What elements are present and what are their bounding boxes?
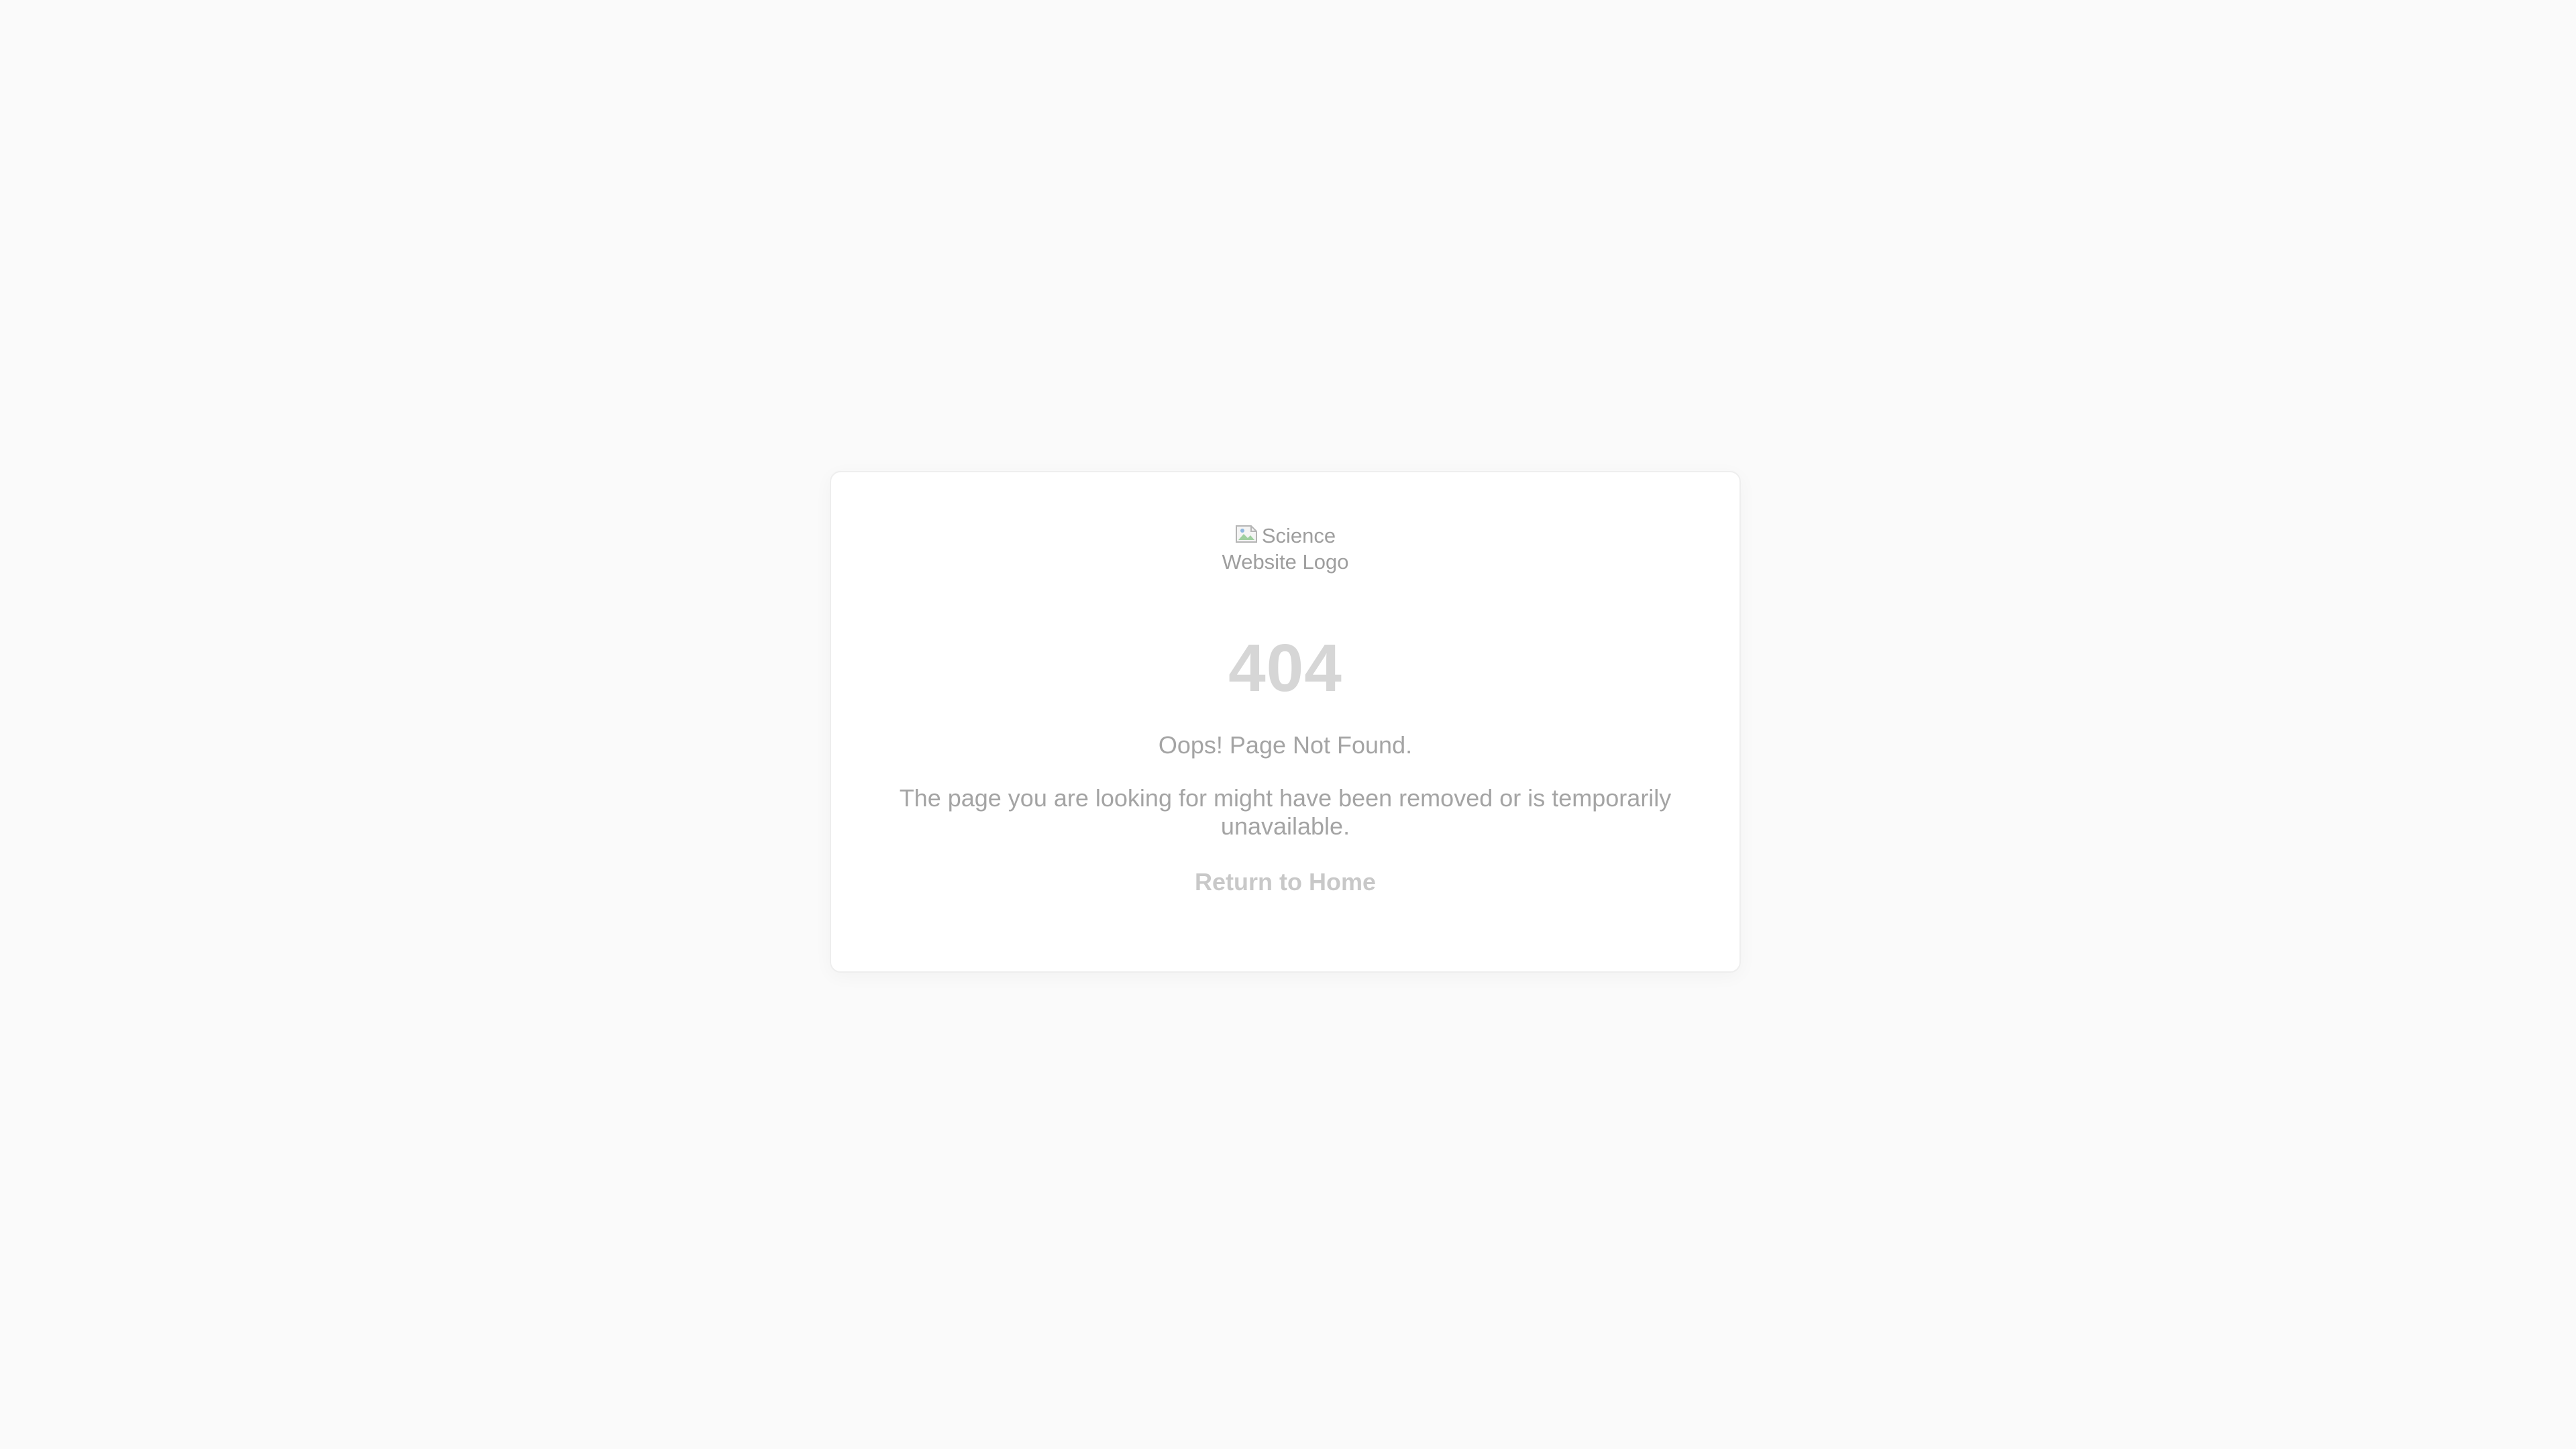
error-message: The page you are looking for might have …	[899, 784, 1672, 840]
error-headline: Oops! Page Not Found.	[1158, 731, 1413, 759]
site-logo: Science Website Logo	[1212, 523, 1359, 574]
broken-image-icon	[1235, 524, 1258, 549]
return-home-link[interactable]: Return to Home	[1185, 867, 1386, 897]
error-code: 404	[1228, 631, 1342, 706]
error-card: Science Website Logo 404 Oops! Page Not …	[830, 471, 1741, 973]
